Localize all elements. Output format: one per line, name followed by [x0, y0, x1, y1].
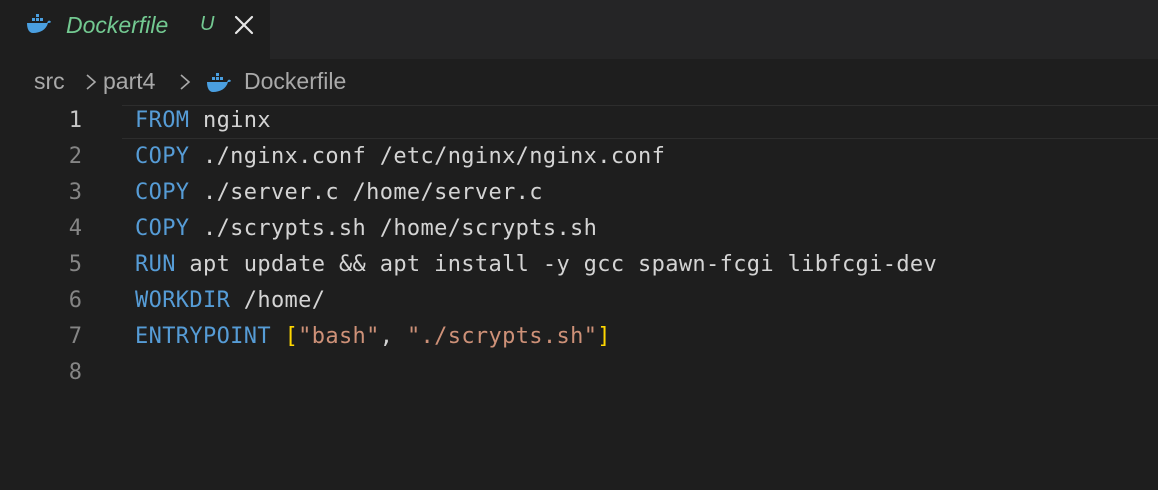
open-bracket: [ — [284, 324, 299, 349]
code-line: 2 COPY ./nginx.conf /etc/nginx/nginx.con… — [0, 141, 1158, 177]
line-number: 5 — [68, 252, 82, 277]
keyword: COPY — [135, 216, 190, 241]
close-bracket: ] — [597, 324, 611, 349]
code-text: nginx — [189, 108, 271, 133]
string-literal: "bash" — [298, 324, 380, 349]
line-number: 2 — [68, 144, 82, 169]
breadcrumb: src part4 Dockerfile — [0, 59, 1158, 105]
git-status-badge: U — [200, 13, 215, 35]
line-number: 4 — [68, 216, 82, 241]
line-number: 1 — [68, 108, 82, 133]
code-line: 5 RUN apt update && apt install -y gcc s… — [0, 249, 1158, 285]
line-content[interactable]: ENTRYPOINT ["bash", "./scrypts.sh"] — [135, 324, 611, 349]
line-number: 6 — [68, 288, 82, 313]
code-text: apt update && apt install -y gcc spawn-f… — [175, 252, 938, 277]
tab-bar: Dockerfile U — [0, 0, 1158, 59]
line-content[interactable]: FROM nginx — [135, 108, 271, 133]
line-number: 7 — [68, 324, 82, 349]
code-text: , — [379, 324, 407, 349]
code-line: 6 WORKDIR /home/ — [0, 285, 1158, 321]
line-number: 3 — [68, 180, 82, 205]
editor-window: Dockerfile U src part4 Dockerfile 1 FROM… — [0, 0, 1158, 490]
line-content[interactable]: RUN apt update && apt install -y gcc spa… — [135, 252, 937, 277]
chevron-right-icon — [178, 72, 192, 92]
code-line: 4 COPY ./scrypts.sh /home/scrypts.sh — [0, 213, 1158, 249]
string-literal: "./scrypts.sh" — [406, 324, 598, 349]
chevron-right-icon — [84, 72, 98, 92]
code-line: 7 ENTRYPOINT ["bash", "./scrypts.sh"] — [0, 321, 1158, 357]
line-content[interactable]: COPY ./scrypts.sh /home/scrypts.sh — [135, 216, 597, 241]
line-content[interactable]: COPY ./nginx.conf /etc/nginx/nginx.conf — [135, 144, 665, 169]
docker-whale-icon — [26, 14, 52, 36]
breadcrumb-item-part4[interactable]: part4 — [103, 68, 155, 95]
code-text: ./scrypts.sh /home/scrypts.sh — [189, 216, 598, 241]
keyword: ENTRYPOINT — [135, 324, 271, 349]
code-text: ./nginx.conf /etc/nginx/nginx.conf — [189, 144, 666, 169]
keyword: FROM — [135, 108, 190, 133]
keyword: RUN — [135, 252, 176, 277]
line-number: 8 — [68, 360, 82, 385]
keyword: COPY — [135, 144, 190, 169]
code-line: 1 FROM nginx — [0, 105, 1158, 141]
tab-dockerfile[interactable]: Dockerfile U — [0, 0, 270, 59]
line-content[interactable]: WORKDIR /home/ — [135, 288, 325, 313]
code-line: 3 COPY ./server.c /home/server.c — [0, 177, 1158, 213]
line-content[interactable]: COPY ./server.c /home/server.c — [135, 180, 543, 205]
keyword: COPY — [135, 180, 190, 205]
docker-whale-icon — [206, 73, 232, 95]
close-icon[interactable] — [232, 13, 256, 37]
code-line: 8 — [0, 357, 1158, 393]
breadcrumb-item-dockerfile[interactable]: Dockerfile — [244, 68, 346, 95]
breadcrumb-item-src[interactable]: src — [34, 68, 65, 95]
code-text: /home/ — [230, 288, 326, 313]
tab-label: Dockerfile — [66, 12, 169, 38]
keyword: WORKDIR — [135, 288, 231, 313]
code-text: ./server.c /home/server.c — [189, 180, 543, 205]
code-editor[interactable]: 1 FROM nginx 2 COPY ./nginx.conf /etc/ng… — [0, 105, 1158, 490]
